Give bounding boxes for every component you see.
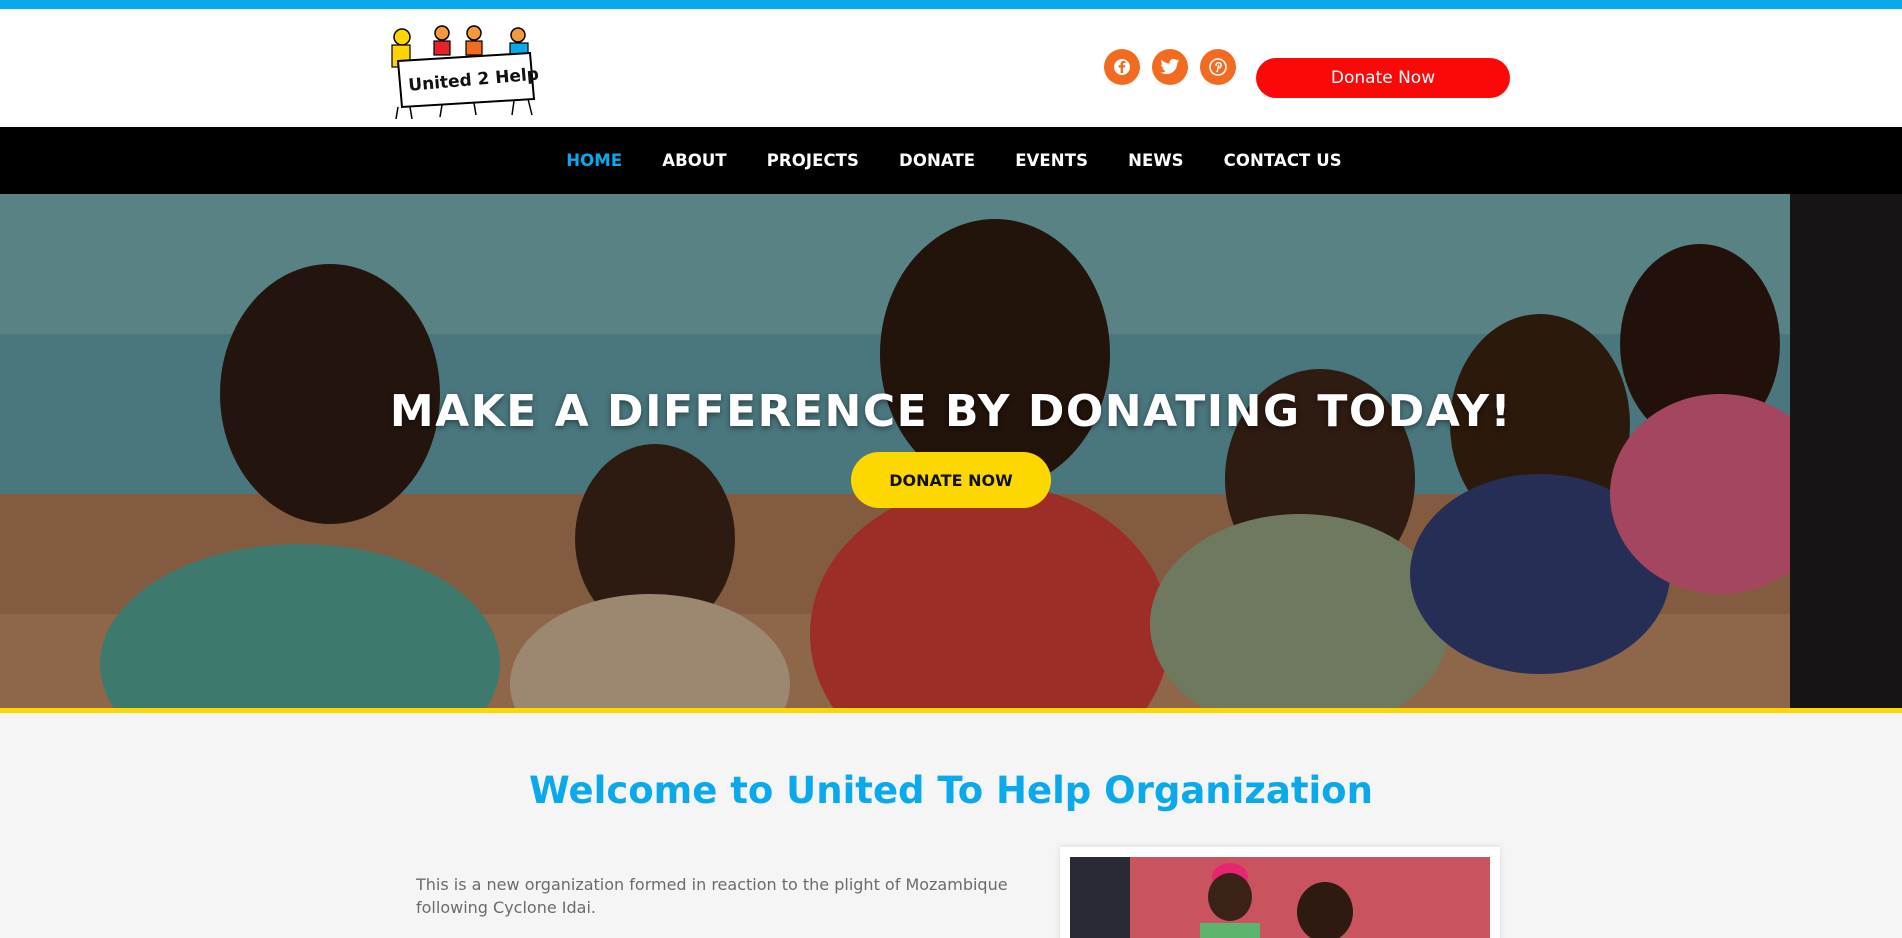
- nav-item-about[interactable]: ABOUT: [662, 151, 727, 170]
- top-stripe: [0, 0, 1902, 9]
- nav-item-contact-us[interactable]: CONTACT US: [1224, 151, 1342, 170]
- donate-now-button[interactable]: Donate Now: [1256, 58, 1510, 98]
- welcome-text: This is a new organization formed in rea…: [416, 875, 1008, 917]
- nav-item-home[interactable]: HOME: [566, 151, 622, 170]
- header: United 2 Help Donate Now: [0, 9, 1902, 127]
- nav-item-projects[interactable]: PROJECTS: [767, 151, 859, 170]
- nav-item-news[interactable]: NEWS: [1128, 151, 1184, 170]
- hero-donate-button[interactable]: DONATE NOW: [851, 452, 1051, 508]
- pinterest-icon[interactable]: [1200, 49, 1236, 85]
- welcome-title: Welcome to United To Help Organization: [529, 769, 1373, 812]
- hero-title: MAKE A DIFFERENCE BY DONATING TODAY!: [389, 386, 1513, 437]
- page: United 2 Help Donate Now HOME ABOUT PROJ…: [0, 0, 1902, 938]
- logo-image: United 2 Help: [391, 25, 540, 120]
- nav-item-donate[interactable]: DONATE: [899, 151, 975, 170]
- logo[interactable]: United 2 Help: [384, 19, 544, 121]
- nav-item-events[interactable]: EVENTS: [1015, 151, 1088, 170]
- welcome-section: Welcome to United To Help Organization T…: [0, 713, 1902, 938]
- hero-banner: MAKE A DIFFERENCE BY DONATING TODAY! DON…: [0, 194, 1902, 708]
- main-nav: HOME ABOUT PROJECTS DONATE EVENTS NEWS C…: [0, 127, 1902, 194]
- welcome-photo-card: [1060, 847, 1500, 938]
- social-links: [1104, 49, 1236, 85]
- facebook-icon[interactable]: [1104, 49, 1140, 85]
- hero-overlay: [0, 194, 1902, 708]
- welcome-photo: [1070, 857, 1490, 938]
- twitter-icon[interactable]: [1152, 49, 1188, 85]
